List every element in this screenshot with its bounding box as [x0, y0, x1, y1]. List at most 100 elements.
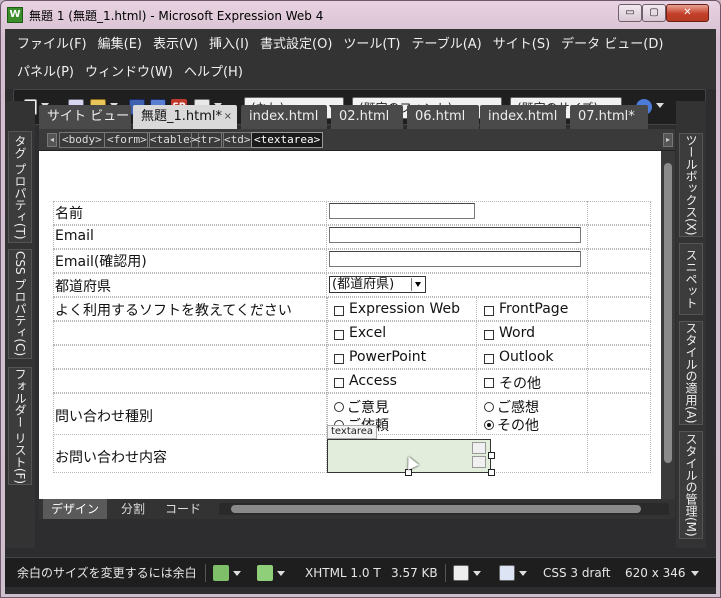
option-expression-web: Expression Web	[349, 301, 460, 317]
status-bar: 余白のサイズを変更するには余白 XHTML 1.0 T 3.57 KB CSS …	[5, 557, 716, 587]
email-input[interactable]	[329, 227, 581, 243]
maximize-button[interactable]: ▢	[642, 4, 666, 22]
tag-scroll-left-icon[interactable]: ◂	[47, 133, 57, 147]
visual-aids-icon[interactable]	[453, 565, 469, 581]
toolbox-tab[interactable]: ツールボックス(X)	[679, 133, 703, 237]
accessibility-dropdown-icon[interactable]	[277, 571, 285, 576]
compatibility-dropdown-icon[interactable]	[233, 571, 241, 576]
tab-07-html[interactable]: 07.html*	[570, 105, 648, 129]
manage-styles-tab[interactable]: スタイルの管理(M)	[679, 431, 703, 539]
menu-item-a6[interactable]: テーブル(A)	[408, 31, 489, 59]
file-size: 3.57 KB	[391, 566, 438, 580]
menu-item-b2[interactable]: ヘルプ(H)	[180, 59, 250, 87]
checkbox-powerpoint[interactable]	[334, 354, 344, 364]
menu-item-a2[interactable]: 表示(V)	[149, 31, 205, 59]
checkbox-other-software[interactable]	[484, 378, 494, 388]
resize-handle[interactable]	[405, 469, 412, 476]
compatibility-icon[interactable]	[213, 565, 229, 581]
tag-properties-tab[interactable]: タグ プロパティ(T)	[8, 131, 32, 243]
menu-item-a7[interactable]: サイト(S)	[489, 31, 557, 59]
menu-item-a4[interactable]: 書式設定(O)	[256, 31, 339, 59]
apply-styles-tab[interactable]: スタイルの適用(A)	[679, 321, 703, 425]
css-mode-indicator[interactable]: CSS 3 draft	[543, 558, 611, 588]
menu-item-a0[interactable]: ファイル(F)	[13, 31, 94, 59]
horizontal-scrollbar[interactable]	[219, 503, 669, 515]
title-bar[interactable]: W 無題 1 (無題_1.html) - Microsoft Expressio…	[1, 1, 720, 29]
tag-tr[interactable]: <tr>	[191, 132, 224, 148]
style-application-icon[interactable]	[499, 565, 515, 581]
application-window: W 無題 1 (無題_1.html) - Microsoft Expressio…	[0, 0, 721, 598]
accessibility-icon[interactable]	[257, 565, 273, 581]
menu-item-a5[interactable]: ツール(T)	[339, 31, 407, 59]
scroll-down-icon[interactable]	[472, 456, 486, 468]
content-label: お問い合わせ内容	[55, 450, 167, 466]
menu-item-b0[interactable]: パネル(P)	[13, 59, 81, 87]
close-icon[interactable]: ×	[224, 105, 232, 129]
checkbox-excel[interactable]	[334, 330, 344, 340]
left-panel-dock: タグ プロパティ(T) CSS プロパティ(C) フォルダー リスト(F)	[5, 101, 35, 548]
tag-scroll-right-icon[interactable]: ▸	[663, 133, 673, 147]
expression-web-icon: W	[7, 7, 23, 23]
email-confirm-label: Email(確認用)	[55, 254, 147, 270]
option-excel: Excel	[349, 325, 387, 341]
visual-aids-dropdown-icon[interactable]	[473, 571, 481, 576]
tab-untitled-1[interactable]: 無題_1.html* ×	[133, 105, 237, 129]
checkbox-frontpage[interactable]	[484, 306, 494, 316]
option-access: Access	[349, 373, 397, 389]
css-properties-tab[interactable]: CSS プロパティ(C)	[8, 249, 32, 359]
radio-opinion[interactable]	[334, 402, 344, 412]
folder-list-tab[interactable]: フォルダー リスト(F)	[8, 367, 32, 485]
scroll-up-icon[interactable]	[472, 442, 486, 454]
page-dimensions[interactable]: 620 x 346	[625, 558, 686, 588]
tag-form[interactable]: <form>	[104, 132, 150, 148]
option-outlook: Outlook	[499, 349, 554, 365]
close-button[interactable]: ✕	[666, 4, 709, 22]
radio-other-inquiry[interactable]	[484, 420, 494, 430]
style-application-dropdown-icon[interactable]	[519, 571, 527, 576]
option-other-inquiry: その他	[497, 418, 539, 434]
tab-06-html[interactable]: 06.html	[407, 105, 479, 129]
textarea-tag-badge: textarea	[327, 425, 378, 439]
vertical-scrollbar[interactable]	[661, 151, 675, 499]
resize-handle[interactable]	[488, 452, 495, 459]
option-other-software: その他	[499, 376, 541, 392]
page-dimensions-dropdown-icon[interactable]	[691, 571, 699, 576]
status-message: 余白のサイズを変更するには余白	[17, 566, 197, 580]
tab-index-html[interactable]: index.html	[241, 105, 327, 129]
name-input[interactable]	[329, 203, 475, 219]
prefecture-select[interactable]: (都道府県)	[329, 276, 426, 293]
doctype-indicator[interactable]: XHTML 1.0 T	[305, 558, 381, 588]
tag-body[interactable]: <body>	[59, 132, 105, 148]
snippets-tab[interactable]: スニペット	[679, 243, 703, 315]
tab-label: 無題_1.html*	[141, 109, 223, 124]
tab-index-html-2[interactable]: index.html	[480, 105, 566, 129]
design-view[interactable]: 名前 Email Email(確認用) 都道府県 よく利用するソフトを教えてくだ…	[39, 151, 661, 499]
tab-design[interactable]: デザイン	[43, 499, 108, 519]
minimize-button[interactable]: ▭	[618, 4, 642, 22]
radio-impression[interactable]	[484, 402, 494, 412]
menu-item-a8[interactable]: データ ビュー(D)	[557, 31, 670, 59]
menu-row-1: ファイル(F) 編集(E) 表示(V) 挿入(I) 書式設定(O) ツール(T) テーブル(…	[13, 31, 670, 59]
tab-split[interactable]: 分割	[113, 499, 153, 519]
tab-02-html[interactable]: 02.html	[331, 105, 403, 129]
menu-item-a1[interactable]: 編集(E)	[94, 31, 149, 59]
checkbox-access[interactable]	[334, 378, 344, 388]
option-powerpoint: PowerPoint	[349, 349, 427, 365]
view-tabs-bar: デザイン 分割 コード	[39, 499, 675, 519]
option-opinion: ご意見	[347, 400, 389, 416]
checkbox-expression-web[interactable]	[334, 306, 344, 316]
tab-code[interactable]: コード	[157, 499, 209, 519]
email-confirm-input[interactable]	[329, 251, 581, 267]
tag-td[interactable]: <td>	[221, 132, 254, 148]
resize-handle[interactable]	[488, 469, 495, 476]
right-panel-dock: ツールボックス(X) スニペット スタイルの適用(A) スタイルの管理(M)	[676, 101, 706, 548]
scrollbar-thumb[interactable]	[231, 505, 641, 513]
checkbox-outlook[interactable]	[484, 354, 494, 364]
tag-textarea[interactable]: <textarea>	[251, 132, 324, 148]
checkbox-word[interactable]	[484, 330, 494, 340]
menu-item-a3[interactable]: 挿入(I)	[205, 31, 256, 59]
menu-item-b1[interactable]: ウィンドウ(W)	[81, 59, 180, 87]
tab-site-view[interactable]: サイト ビュー	[39, 105, 131, 129]
scrollbar-thumb[interactable]	[664, 163, 672, 463]
email-label: Email	[55, 228, 94, 244]
